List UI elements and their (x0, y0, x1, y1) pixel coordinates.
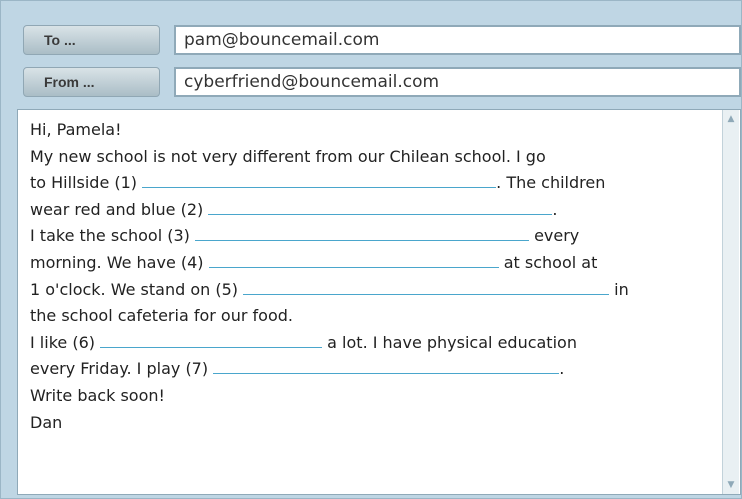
from-button[interactable]: From ... (23, 67, 160, 97)
line-text: Hi, Pamela! (30, 120, 122, 139)
from-row: From ... cyberfriend@bouncemail.com (23, 67, 741, 103)
message-line: 1 o'clock. We stand on (5) in (30, 277, 710, 304)
line-text: I take the school (3) (30, 226, 195, 246)
blank-6[interactable] (100, 333, 323, 348)
to-field[interactable]: pam@bouncemail.com (174, 25, 741, 55)
blank-1[interactable] (142, 173, 497, 189)
line-text: 1 o'clock. We stand on (5) (30, 279, 244, 299)
line-text: morning. We have (4) (30, 252, 209, 272)
line-text: a lot. I have physical education (322, 332, 577, 352)
message-line: My new school is not very different from… (30, 144, 710, 171)
signature-line: Dan (30, 410, 710, 437)
message-line: Write back soon! (30, 383, 710, 410)
line-text: Dan (30, 412, 63, 432)
from-field[interactable]: cyberfriend@bouncemail.com (174, 67, 741, 97)
vertical-scrollbar[interactable]: ▲ ▼ (722, 110, 739, 494)
message-text: Hi, Pamela! My new school is not very di… (30, 117, 710, 436)
line-text: at school at (498, 252, 598, 272)
line-text: My new school is not very different from… (30, 146, 546, 166)
message-line: the school cafeteria for our food. (30, 303, 710, 330)
line-text: I like (6) (30, 332, 101, 352)
to-row: To ... pam@bouncemail.com (23, 25, 741, 61)
blank-5[interactable] (243, 280, 610, 295)
message-line: to Hillside (1) . The children (30, 170, 710, 197)
message-line: wear red and blue (2) . (30, 197, 710, 224)
line-text: Write back soon! (30, 385, 165, 405)
greeting-line: Hi, Pamela! (30, 117, 710, 144)
line-text: to Hillside (1) (30, 173, 143, 193)
line-text: in (609, 279, 629, 299)
message-line: every Friday. I play (7) . (30, 356, 710, 383)
blank-3[interactable] (194, 226, 529, 242)
scroll-down-icon[interactable]: ▼ (723, 477, 739, 493)
message-line: morning. We have (4) at school at (30, 250, 710, 277)
line-text: every (528, 226, 580, 246)
line-text: every Friday. I play (7) (30, 359, 214, 379)
scroll-up-icon[interactable]: ▲ (723, 111, 739, 127)
line-text: . (552, 199, 558, 219)
blank-7[interactable] (213, 359, 560, 375)
message-line: I like (6) a lot. I have physical educat… (30, 330, 710, 357)
to-button[interactable]: To ... (23, 25, 160, 55)
message-body[interactable]: Hi, Pamela! My new school is not very di… (17, 109, 741, 495)
email-window: To ... pam@bouncemail.com From ... cyber… (0, 0, 742, 499)
line-text: the school cafeteria for our food. (30, 306, 293, 326)
blank-2[interactable] (208, 200, 553, 215)
line-text: . (559, 359, 565, 379)
message-line: I take the school (3) every (30, 223, 710, 250)
blank-4[interactable] (208, 253, 499, 268)
line-text: wear red and blue (2) (30, 199, 209, 219)
line-text: . The children (496, 173, 606, 193)
